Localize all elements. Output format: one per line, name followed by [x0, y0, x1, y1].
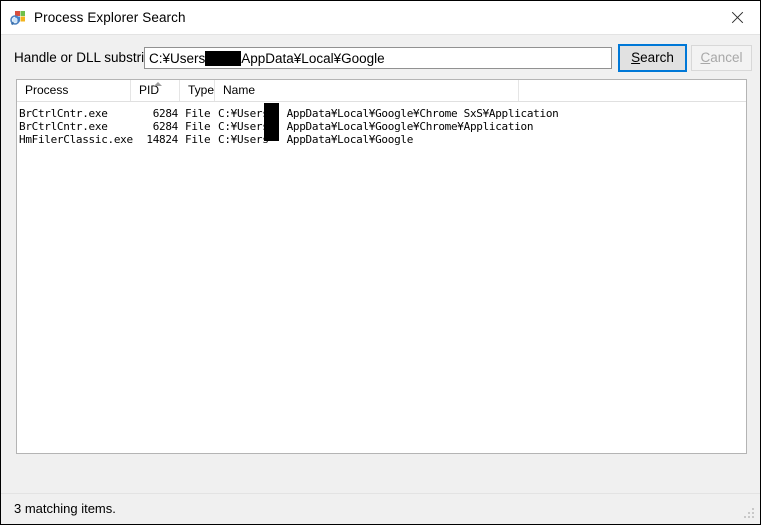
column-header-name-label: Name — [223, 83, 256, 97]
cell-type: File — [185, 120, 211, 133]
cancel-button-label: ancel — [710, 50, 743, 65]
cell-pid: 6284 — [152, 107, 179, 120]
search-button-label: earch — [640, 50, 674, 65]
column-header-type-label: Type — [188, 83, 215, 97]
cell-name-suffix: AppData¥Local¥Google — [286, 133, 414, 146]
table-row[interactable]: BrCtrlCntr.exe 6284 File C:¥Users AppData… — [17, 120, 746, 133]
cell-process: HmFilerClassic.exe — [19, 133, 133, 146]
close-icon — [731, 11, 744, 24]
search-value-prefix: C:¥Users — [149, 51, 206, 66]
search-button-accelerator: S — [631, 50, 641, 65]
results-list[interactable]: Process PID Type Name BrCtrlCntr.exe 628… — [16, 79, 747, 454]
column-header-pid[interactable]: PID — [131, 80, 180, 101]
status-bar: 3 matching items. — [1, 493, 760, 524]
redaction-block-rows — [264, 103, 279, 141]
cell-name-suffix: AppData¥Local¥Google¥Chrome SxS¥Applicat… — [286, 107, 559, 120]
cell-name: C:¥Users AppData¥Local¥Google — [218, 133, 413, 146]
cell-pid: 6284 — [152, 120, 179, 133]
table-row[interactable]: BrCtrlCntr.exe 6284 File C:¥Users AppData… — [17, 107, 746, 120]
cell-name-prefix: C:¥Users — [218, 107, 269, 120]
column-header-process-label: Process — [25, 83, 69, 97]
sort-ascending-icon — [154, 81, 163, 87]
cell-name-prefix: C:¥Users — [218, 133, 269, 146]
cell-name-suffix: AppData¥Local¥Google¥Chrome¥Application — [286, 120, 534, 133]
window-title: Process Explorer Search — [34, 10, 186, 25]
resize-grip[interactable] — [743, 508, 756, 521]
redaction-block-input — [205, 51, 242, 66]
cell-pid: 14824 — [146, 133, 178, 146]
cell-process: BrCtrlCntr.exe — [19, 107, 108, 120]
search-input-value: C:¥Users AppData¥Local¥Google — [149, 50, 385, 67]
column-header-filler — [519, 80, 746, 101]
close-button[interactable] — [714, 2, 760, 34]
cell-process: BrCtrlCntr.exe — [19, 120, 108, 133]
client-area: Handle or DLL substring: C:¥Users AppData… — [1, 34, 760, 524]
cell-type: File — [185, 107, 211, 120]
cell-name-prefix: C:¥Users — [218, 120, 269, 133]
cell-type: File — [185, 133, 211, 146]
process-explorer-icon — [10, 10, 26, 26]
search-value-suffix: AppData¥Local¥Google — [241, 51, 385, 66]
column-header-name[interactable]: Name — [215, 80, 519, 101]
cancel-button-accelerator: C — [700, 50, 711, 65]
process-explorer-search-window: Process Explorer Search Handle or DLL su… — [0, 0, 761, 525]
title-bar[interactable]: Process Explorer Search — [1, 1, 760, 34]
column-header-type[interactable]: Type — [180, 80, 215, 101]
results-rows: BrCtrlCntr.exe 6284 File C:¥Users AppData… — [17, 102, 746, 146]
cancel-button[interactable]: Cancel — [691, 45, 752, 71]
column-header-process[interactable]: Process — [17, 80, 131, 101]
search-row: Handle or DLL substring: C:¥Users AppData… — [1, 35, 760, 78]
search-button[interactable]: Search — [618, 44, 687, 72]
status-text: 3 matching items. — [14, 501, 116, 516]
search-input[interactable]: C:¥Users AppData¥Local¥Google — [144, 47, 612, 69]
results-header-row: Process PID Type Name — [17, 80, 746, 102]
search-field-label: Handle or DLL substring: — [14, 50, 163, 65]
table-row[interactable]: HmFilerClassic.exe 14824 File C:¥Users Ap… — [17, 133, 746, 146]
